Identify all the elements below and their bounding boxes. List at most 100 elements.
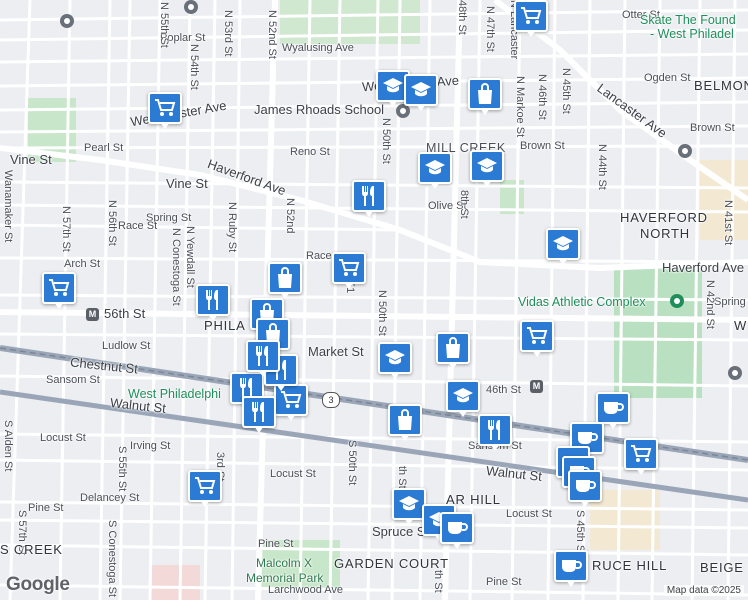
street-label-ogden: Ogden St: [644, 72, 691, 84]
marker-pointer: [364, 210, 374, 217]
shopping-bag-icon: [468, 78, 502, 110]
shopping-cart-marker[interactable]: [42, 272, 76, 312]
marker-pointer: [286, 414, 296, 421]
restaurant-marker[interactable]: [242, 396, 276, 436]
coffee-cup-marker[interactable]: [554, 550, 588, 590]
marker-pointer: [276, 384, 286, 391]
street-label-ruby: N Ruby St: [226, 202, 238, 253]
coffee-cup-icon: [440, 512, 474, 544]
graduation-cap-icon: [378, 342, 412, 374]
metro-station-icon[interactable]: M: [530, 380, 543, 393]
graduation-cap-marker[interactable]: [392, 488, 426, 528]
shopping-bag-icon: [268, 262, 302, 294]
area-haverford-north-2: NORTH: [640, 226, 690, 241]
street-label-pearl: Pearl St: [84, 142, 124, 154]
street-label-n44: N 44th St: [596, 144, 608, 190]
graduation-cap-marker[interactable]: [446, 380, 480, 420]
coffee-cup-marker[interactable]: [440, 512, 474, 552]
marker-pointer: [388, 100, 398, 107]
graduation-cap-icon: [392, 488, 426, 520]
street-label-n41: N 41st St: [722, 200, 734, 246]
restaurant-marker[interactable]: [196, 284, 230, 324]
street-label-markoe: N Markoe St: [514, 76, 526, 138]
google-logo: Google: [6, 574, 70, 595]
street-label-n53: N 53rd St: [222, 10, 234, 57]
place-pin-icon[interactable]: [670, 294, 684, 308]
shopping-bag-marker[interactable]: [436, 332, 470, 372]
street-label-sansom: Sansom St: [46, 374, 100, 386]
street-label-s49: th St: [396, 466, 408, 489]
street-label-s55: S 55th St: [116, 446, 128, 492]
area-w: W: [734, 318, 748, 333]
pin-icon[interactable]: [728, 366, 742, 380]
shopping-cart-icon: [332, 252, 366, 284]
shopping-bag-marker[interactable]: [468, 78, 502, 118]
shopping-cart-marker[interactable]: [514, 0, 548, 40]
restaurant-marker[interactable]: [246, 340, 280, 380]
street-label-market: Market St: [308, 344, 364, 359]
coffee-cup-icon: [554, 550, 588, 582]
marker-pointer: [430, 182, 440, 189]
shopping-cart-marker[interactable]: [624, 438, 658, 478]
street-label-wyalusing: Wyalusing Ave: [282, 42, 354, 54]
map-attribution: Map data ©2025: [663, 585, 744, 596]
street-label-delancey: Delancey St: [80, 492, 140, 504]
route-shield: 3: [322, 392, 340, 408]
place-james-rhoads: James Rhoads School: [254, 102, 385, 117]
coffee-cup-icon: [596, 392, 630, 424]
graduation-cap-marker[interactable]: [404, 74, 438, 114]
marker-pointer: [200, 500, 210, 507]
street-label-larchwood: Larchwood Ave: [268, 584, 344, 596]
marker-pointer: [452, 542, 462, 549]
coffee-cup-icon: [568, 470, 602, 502]
place-malcolm-x-1: Malcolm X: [256, 556, 313, 570]
shopping-cart-marker[interactable]: [188, 470, 222, 510]
street-label-n47: N 47th St: [484, 6, 496, 52]
place-skate-line2: - West Philadel: [650, 27, 734, 41]
coffee-cup-marker[interactable]: [568, 470, 602, 510]
shopping-cart-marker[interactable]: [520, 320, 554, 360]
restaurant-marker[interactable]: [352, 180, 386, 220]
shopping-cart-icon: [148, 92, 182, 124]
area-spruce-hill: RUCE HILL: [592, 558, 668, 573]
place-west-philadelphia: West Philadelphi: [128, 387, 221, 401]
graduation-cap-marker[interactable]: [418, 152, 452, 192]
marker-pointer: [566, 580, 576, 587]
graduation-cap-marker[interactable]: [378, 342, 412, 382]
marker-pointer: [390, 372, 400, 379]
street-label-n57: N 57th St: [60, 206, 72, 252]
graduation-cap-marker[interactable]: [546, 228, 580, 268]
hospital-area: [150, 565, 200, 600]
pin-icon[interactable]: [60, 14, 74, 28]
street-label-locust3: Locust St: [506, 508, 552, 520]
street-label-spring-right: Spring: [714, 296, 746, 308]
street-label-n50: N 50th St: [380, 118, 392, 164]
street-label-n56: N 56th St: [106, 200, 118, 246]
shopping-cart-marker[interactable]: [148, 92, 182, 132]
shopping-bag-marker[interactable]: [268, 262, 302, 302]
restaurant-marker[interactable]: [478, 414, 512, 454]
map-canvas[interactable]: Otter St Poplar St Wyalusing Ave Westmin…: [0, 0, 748, 600]
street-label-irving: Irving St: [130, 440, 171, 452]
pin-icon[interactable]: [678, 144, 692, 158]
marker-pointer: [416, 104, 426, 111]
graduation-cap-icon: [446, 380, 480, 412]
area-creek: S CREEK: [0, 542, 63, 557]
vidas-athletic-complex-park: [614, 268, 702, 398]
marker-pointer: [160, 122, 170, 129]
marker-pointer: [254, 426, 264, 433]
marker-pointer: [258, 370, 268, 377]
street-label-conestoga-s: S Conestoga St: [106, 520, 118, 598]
street-label-n48-lower: 8th St: [458, 190, 470, 219]
shopping-bag-marker[interactable]: [388, 404, 422, 444]
shopping-cart-marker[interactable]: [332, 252, 366, 292]
street-label-yewdall: N Yewdall St: [184, 226, 196, 288]
shopping-bag-icon: [436, 332, 470, 364]
restaurant-icon: [196, 284, 230, 316]
restaurant-icon: [246, 340, 280, 372]
street-label-race2: Race: [306, 250, 332, 262]
pin-icon[interactable]: [184, 0, 198, 14]
street-label-brown: Brown St: [520, 140, 565, 152]
graduation-cap-marker[interactable]: [470, 150, 504, 190]
metro-station-icon[interactable]: M: [86, 308, 99, 321]
